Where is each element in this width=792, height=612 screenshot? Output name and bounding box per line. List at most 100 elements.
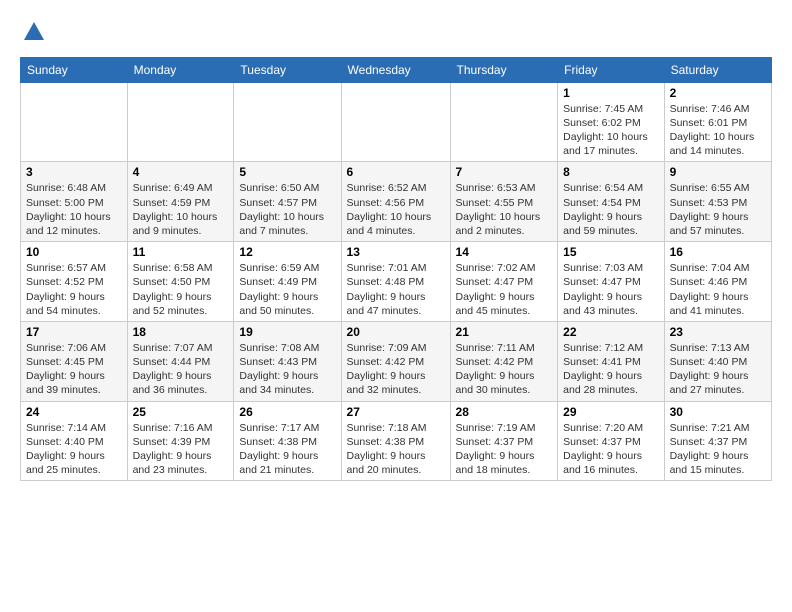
- calendar-body: 1 Sunrise: 7:45 AMSunset: 6:02 PMDaylight…: [21, 82, 772, 480]
- calendar-cell: 6Sunrise: 6:52 AMSunset: 4:56 PMDaylight…: [341, 162, 450, 242]
- calendar-cell: 13 Sunrise: 7:01 AMSunset: 4:48 PMDayligh…: [341, 242, 450, 322]
- day-info: Sunrise: 7:12 AMSunset: 4:41 PMDaylight:…: [563, 341, 658, 398]
- day-info: Sunrise: 7:04 AMSunset: 4:46 PMDaylight:…: [670, 261, 766, 318]
- day-info: Sunrise: 7:13 AMSunset: 4:40 PMDaylight:…: [670, 341, 766, 398]
- day-number: 7: [456, 165, 553, 179]
- calendar-cell: 10 Sunrise: 6:57 AMSunset: 4:52 PMDayligh…: [21, 242, 128, 322]
- day-info: Sunrise: 7:01 AMSunset: 4:48 PMDaylight:…: [347, 261, 445, 318]
- day-number: 9: [670, 165, 766, 179]
- day-header-saturday: Saturday: [664, 57, 771, 82]
- calendar-cell: 24Sunrise: 7:14 AMSunset: 4:40 PMDayligh…: [21, 401, 128, 481]
- day-header-monday: Monday: [127, 57, 234, 82]
- day-info: Sunrise: 7:07 AMSunset: 4:44 PMDaylight:…: [133, 341, 229, 398]
- day-info: Sunrise: 7:02 AMSunset: 4:47 PMDaylight:…: [456, 261, 553, 318]
- day-header-sunday: Sunday: [21, 57, 128, 82]
- calendar-header: SundayMondayTuesdayWednesdayThursdayFrid…: [21, 57, 772, 82]
- day-number: 26: [239, 405, 335, 419]
- day-info: Sunrise: 6:58 AMSunset: 4:50 PMDaylight:…: [133, 261, 229, 318]
- day-number: 5: [239, 165, 335, 179]
- day-header-tuesday: Tuesday: [234, 57, 341, 82]
- calendar-cell: 22 Sunrise: 7:12 AMSunset: 4:41 PMDayligh…: [558, 321, 664, 401]
- calendar-cell: 28 Sunrise: 7:19 AMSunset: 4:37 PMDayligh…: [450, 401, 558, 481]
- day-number: 25: [133, 405, 229, 419]
- calendar-cell: 5 Sunrise: 6:50 AMSunset: 4:57 PMDaylight…: [234, 162, 341, 242]
- calendar-cell: 27 Sunrise: 7:18 AMSunset: 4:38 PMDayligh…: [341, 401, 450, 481]
- day-number: 19: [239, 325, 335, 339]
- day-number: 23: [670, 325, 766, 339]
- header: [20, 16, 772, 49]
- day-info: Sunrise: 7:45 AMSunset: 6:02 PMDaylight:…: [563, 102, 658, 159]
- day-number: 3: [26, 165, 122, 179]
- day-header-wednesday: Wednesday: [341, 57, 450, 82]
- calendar-cell: 4Sunrise: 6:49 AMSunset: 4:59 PMDaylight…: [127, 162, 234, 242]
- day-number: 30: [670, 405, 766, 419]
- calendar-cell: [21, 82, 128, 162]
- logo-icon: [22, 20, 46, 44]
- logo-text: [20, 20, 46, 49]
- day-number: 16: [670, 245, 766, 259]
- day-number: 1: [563, 86, 658, 100]
- day-number: 27: [347, 405, 445, 419]
- day-info: Sunrise: 6:50 AMSunset: 4:57 PMDaylight:…: [239, 181, 335, 238]
- header-row: SundayMondayTuesdayWednesdayThursdayFrid…: [21, 57, 772, 82]
- day-number: 20: [347, 325, 445, 339]
- calendar-cell: 7 Sunrise: 6:53 AMSunset: 4:55 PMDaylight…: [450, 162, 558, 242]
- day-info: Sunrise: 7:08 AMSunset: 4:43 PMDaylight:…: [239, 341, 335, 398]
- day-number: 22: [563, 325, 658, 339]
- day-number: 15: [563, 245, 658, 259]
- calendar-cell: 11Sunrise: 6:58 AMSunset: 4:50 PMDayligh…: [127, 242, 234, 322]
- day-info: Sunrise: 6:48 AMSunset: 5:00 PMDaylight:…: [26, 181, 122, 238]
- calendar-cell: 19 Sunrise: 7:08 AMSunset: 4:43 PMDayligh…: [234, 321, 341, 401]
- day-info: Sunrise: 7:19 AMSunset: 4:37 PMDaylight:…: [456, 421, 553, 478]
- week-row-2: 10 Sunrise: 6:57 AMSunset: 4:52 PMDayligh…: [21, 242, 772, 322]
- calendar-cell: 17 Sunrise: 7:06 AMSunset: 4:45 PMDayligh…: [21, 321, 128, 401]
- calendar-cell: 18 Sunrise: 7:07 AMSunset: 4:44 PMDayligh…: [127, 321, 234, 401]
- day-number: 17: [26, 325, 122, 339]
- calendar-cell: 9 Sunrise: 6:55 AMSunset: 4:53 PMDaylight…: [664, 162, 771, 242]
- day-info: Sunrise: 6:54 AMSunset: 4:54 PMDaylight:…: [563, 181, 658, 238]
- day-number: 14: [456, 245, 553, 259]
- day-number: 13: [347, 245, 445, 259]
- day-info: Sunrise: 7:03 AMSunset: 4:47 PMDaylight:…: [563, 261, 658, 318]
- day-info: Sunrise: 7:17 AMSunset: 4:38 PMDaylight:…: [239, 421, 335, 478]
- calendar-cell: 2Sunrise: 7:46 AMSunset: 6:01 PMDaylight…: [664, 82, 771, 162]
- day-number: 8: [563, 165, 658, 179]
- day-number: 4: [133, 165, 229, 179]
- calendar-cell: 15 Sunrise: 7:03 AMSunset: 4:47 PMDayligh…: [558, 242, 664, 322]
- day-info: Sunrise: 7:46 AMSunset: 6:01 PMDaylight:…: [670, 102, 766, 159]
- day-info: Sunrise: 7:18 AMSunset: 4:38 PMDaylight:…: [347, 421, 445, 478]
- day-number: 10: [26, 245, 122, 259]
- week-row-1: 3 Sunrise: 6:48 AMSunset: 5:00 PMDaylight…: [21, 162, 772, 242]
- day-info: Sunrise: 7:20 AMSunset: 4:37 PMDaylight:…: [563, 421, 658, 478]
- day-info: Sunrise: 7:21 AMSunset: 4:37 PMDaylight:…: [670, 421, 766, 478]
- day-number: 28: [456, 405, 553, 419]
- day-info: Sunrise: 6:53 AMSunset: 4:55 PMDaylight:…: [456, 181, 553, 238]
- week-row-4: 24Sunrise: 7:14 AMSunset: 4:40 PMDayligh…: [21, 401, 772, 481]
- day-number: 18: [133, 325, 229, 339]
- day-number: 29: [563, 405, 658, 419]
- calendar-cell: 1 Sunrise: 7:45 AMSunset: 6:02 PMDaylight…: [558, 82, 664, 162]
- calendar-cell: 20 Sunrise: 7:09 AMSunset: 4:42 PMDayligh…: [341, 321, 450, 401]
- day-info: Sunrise: 7:16 AMSunset: 4:39 PMDaylight:…: [133, 421, 229, 478]
- logo: [20, 20, 46, 49]
- calendar-cell: 30 Sunrise: 7:21 AMSunset: 4:37 PMDayligh…: [664, 401, 771, 481]
- day-info: Sunrise: 6:59 AMSunset: 4:49 PMDaylight:…: [239, 261, 335, 318]
- calendar-cell: [127, 82, 234, 162]
- calendar-cell: 14 Sunrise: 7:02 AMSunset: 4:47 PMDayligh…: [450, 242, 558, 322]
- day-info: Sunrise: 7:06 AMSunset: 4:45 PMDaylight:…: [26, 341, 122, 398]
- calendar-cell: 12 Sunrise: 6:59 AMSunset: 4:49 PMDayligh…: [234, 242, 341, 322]
- calendar-table: SundayMondayTuesdayWednesdayThursdayFrid…: [20, 57, 772, 481]
- day-number: 24: [26, 405, 122, 419]
- day-info: Sunrise: 7:09 AMSunset: 4:42 PMDaylight:…: [347, 341, 445, 398]
- day-number: 21: [456, 325, 553, 339]
- calendar-cell: [341, 82, 450, 162]
- day-number: 12: [239, 245, 335, 259]
- day-info: Sunrise: 6:57 AMSunset: 4:52 PMDaylight:…: [26, 261, 122, 318]
- calendar-cell: 26 Sunrise: 7:17 AMSunset: 4:38 PMDayligh…: [234, 401, 341, 481]
- calendar-cell: 23 Sunrise: 7:13 AMSunset: 4:40 PMDayligh…: [664, 321, 771, 401]
- calendar-cell: 21 Sunrise: 7:11 AMSunset: 4:42 PMDayligh…: [450, 321, 558, 401]
- day-info: Sunrise: 6:55 AMSunset: 4:53 PMDaylight:…: [670, 181, 766, 238]
- calendar-cell: 16 Sunrise: 7:04 AMSunset: 4:46 PMDayligh…: [664, 242, 771, 322]
- calendar-cell: 25 Sunrise: 7:16 AMSunset: 4:39 PMDayligh…: [127, 401, 234, 481]
- day-info: Sunrise: 7:11 AMSunset: 4:42 PMDaylight:…: [456, 341, 553, 398]
